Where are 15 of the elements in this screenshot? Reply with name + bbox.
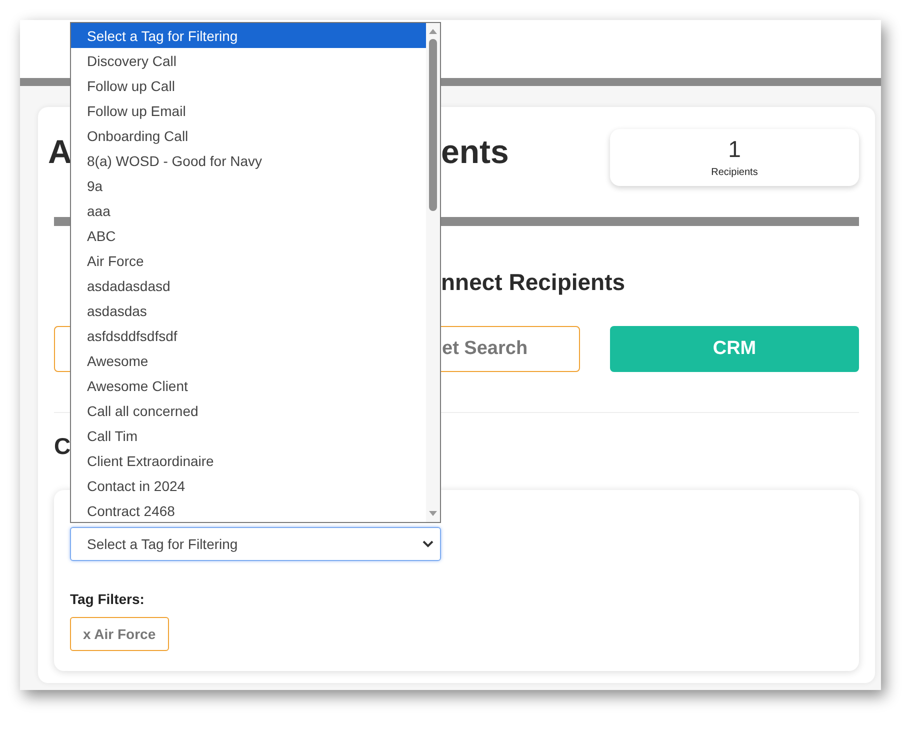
scroll-down-icon[interactable] bbox=[428, 510, 438, 518]
tag-select[interactable]: Select a Tag for Filtering bbox=[70, 527, 441, 561]
tag-chip[interactable]: x Air Force bbox=[70, 617, 169, 651]
stat-label: Recipients bbox=[711, 166, 758, 178]
stat-value: 1 bbox=[728, 138, 741, 160]
scroll-thumb[interactable] bbox=[429, 39, 437, 211]
scrollbar[interactable] bbox=[426, 23, 440, 522]
page-title: ents bbox=[441, 132, 509, 168]
tag-filters-label: Tag Filters: bbox=[70, 591, 144, 607]
chevron-down-icon bbox=[422, 540, 434, 548]
dropdown-option[interactable]: Select a Tag for Filtering bbox=[71, 23, 426, 48]
section-heading: nnect Recipients bbox=[441, 269, 626, 296]
page-title: A bbox=[48, 132, 72, 168]
section-heading: C bbox=[54, 433, 71, 460]
scroll-up-icon[interactable] bbox=[428, 27, 438, 35]
